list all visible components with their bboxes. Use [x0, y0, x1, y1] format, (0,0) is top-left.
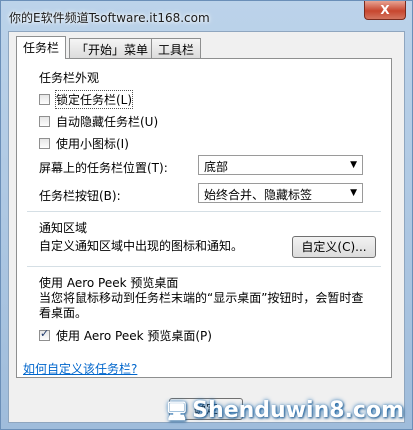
small-icons-checkbox[interactable]: 使用小图标(I)	[39, 135, 129, 152]
tab-label: 「开始」菜单	[76, 43, 149, 57]
buttons-label: 任务栏按钮(B):	[39, 189, 121, 203]
help-link[interactable]: 如何自定义该任务栏?	[23, 360, 137, 377]
checkbox-label: 自动隐藏任务栏(U)	[56, 115, 159, 129]
autohide-taskbar-checkbox[interactable]: 自动隐藏任务栏(U)	[39, 113, 158, 130]
watermark-text: Shenduwin8.com	[192, 398, 404, 423]
tab-taskbar[interactable]: 任务栏	[16, 36, 67, 59]
checkbox-box[interactable]	[39, 116, 50, 127]
close-icon: X	[380, 3, 390, 17]
tab-label: 工具栏	[158, 43, 195, 57]
dropdown-arrow-icon: ▼	[350, 160, 357, 170]
checkbox-box[interactable]	[39, 327, 50, 341]
position-label: 屏幕上的任务栏位置(T):	[39, 161, 168, 175]
taskbar-properties-window: 你的E软件频道Tsoftware.it168.com X 任务栏 「开始」菜单 …	[0, 0, 413, 430]
checkbox-label: 使用 Aero Peek 预览桌面(P)	[56, 329, 212, 343]
tab-start-menu[interactable]: 「开始」菜单	[69, 38, 156, 58]
taskbar-position-select[interactable]: 底部 ▼	[198, 155, 363, 175]
checkbox-box[interactable]	[39, 94, 50, 105]
checkbox-label: 锁定任务栏(L)	[54, 90, 134, 109]
dropdown-arrow-icon: ▼	[350, 188, 357, 198]
close-button[interactable]: X	[364, 1, 406, 20]
customize-notification-button[interactable]: 自定义(C)...	[292, 236, 376, 258]
logo-icon: 🖥	[165, 401, 189, 422]
taskbar-buttons-select[interactable]: 始终合并、隐藏标签 ▼	[198, 183, 363, 203]
dialog-client-area: 任务栏 「开始」菜单 工具栏 任务栏外观 锁定任务栏(L) 自动隐藏任务栏(U)…	[8, 31, 405, 423]
aero-peek-checkbox[interactable]: 使用 Aero Peek 预览桌面(P)	[39, 327, 212, 344]
tab-panel-taskbar: 任务栏外观 锁定任务栏(L) 自动隐藏任务栏(U) 使用小图标(I) 屏幕上的任…	[16, 58, 392, 378]
divider	[27, 211, 381, 212]
tab-label: 任务栏	[23, 41, 60, 55]
select-value: 始终合并、隐藏标签	[204, 188, 313, 202]
notification-description: 自定义通知区域中出现的图标和通知。	[39, 239, 244, 253]
window-title: 你的E软件频道Tsoftware.it168.com	[9, 11, 210, 25]
group-title-appearance: 任务栏外观	[39, 71, 100, 85]
select-value: 底部	[204, 160, 229, 174]
divider	[27, 266, 381, 267]
title-bar[interactable]: 你的E软件频道Tsoftware.it168.com X	[1, 1, 412, 31]
lock-taskbar-checkbox[interactable]: 锁定任务栏(L)	[39, 90, 134, 109]
group-title-aero-peek: 使用 Aero Peek 预览桌面	[39, 276, 179, 290]
aero-peek-description: 当您将鼠标移动到任务栏末端的“显示桌面”按钮时，会暂时查看桌面。	[39, 291, 364, 320]
site-watermark: 🖥 Shenduwin8.com	[165, 398, 404, 423]
checkbox-box[interactable]	[39, 138, 50, 149]
checkbox-label: 使用小图标(I)	[56, 137, 129, 151]
tab-toolbars[interactable]: 工具栏	[151, 38, 202, 58]
group-title-notification: 通知区域	[39, 221, 88, 235]
